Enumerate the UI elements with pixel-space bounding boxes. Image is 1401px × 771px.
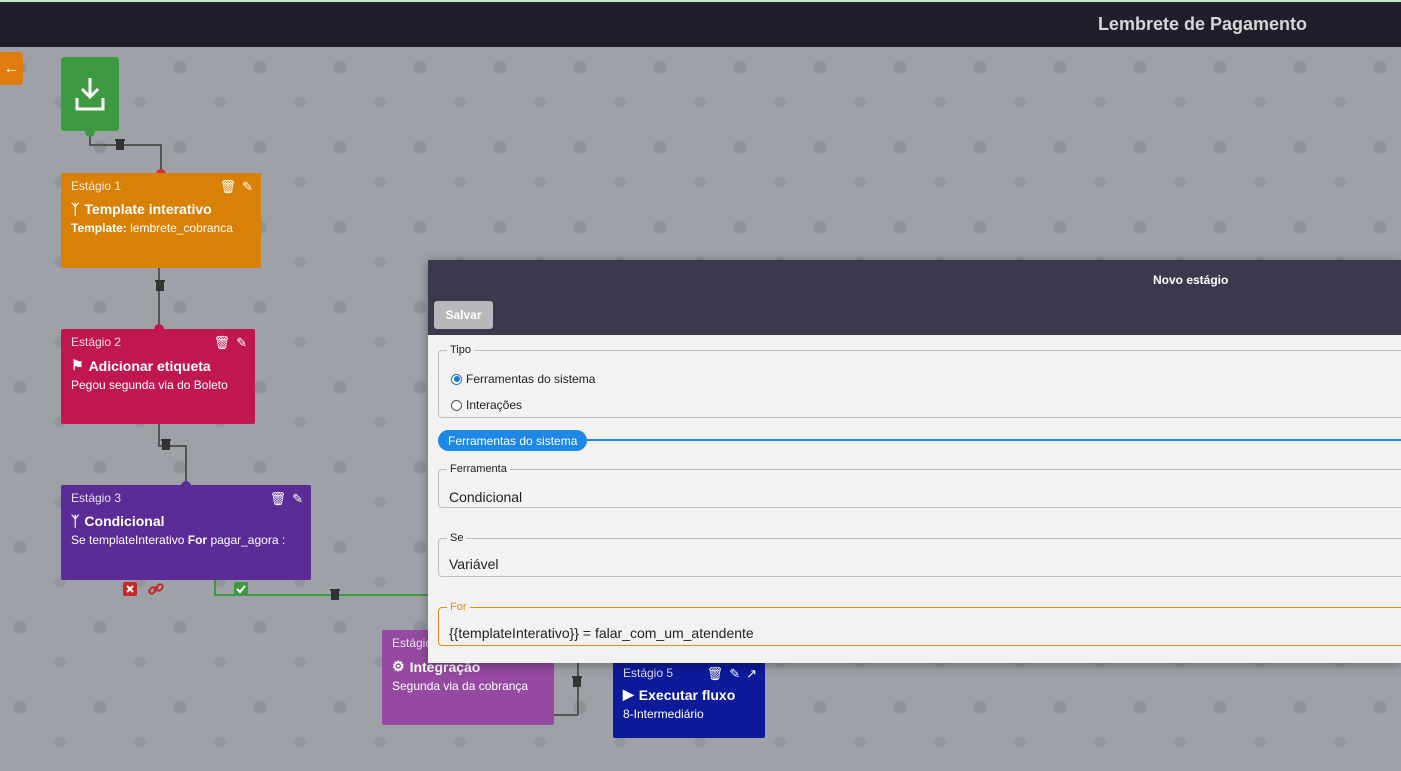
- stage-name: Condicional: [84, 513, 165, 529]
- for-value[interactable]: {{templateInterativo}} = falar_com_um_at…: [449, 625, 754, 641]
- ferramenta-legend: Ferramenta: [450, 463, 507, 475]
- for-field[interactable]: For {{templateInterativo}} = falar_com_u…: [438, 601, 1401, 646]
- page-title: Lembrete de Pagamento: [1097, 14, 1307, 34]
- section-chip: Ferramentas do sistema: [438, 430, 588, 451]
- section-divider: [578, 439, 1401, 441]
- stage-desc: Segunda via da cobrança: [392, 679, 529, 693]
- ferramenta-field[interactable]: Ferramenta Condicional: [438, 463, 1401, 508]
- stage-name: Executar fluxo: [638, 686, 736, 703]
- check-icon[interactable]: [234, 582, 248, 596]
- tipo-legend: Tipo: [450, 344, 471, 356]
- modal-header: Novo estágio Salvar: [428, 260, 1401, 335]
- connector: [185, 445, 187, 486]
- pencil-icon[interactable]: ✎: [236, 335, 247, 351]
- trash-icon[interactable]: [571, 675, 583, 687]
- top-bar: Lembrete de Pagamento: [0, 0, 1401, 47]
- connector: [158, 268, 160, 330]
- modal-title: Novo estágio: [1153, 273, 1229, 287]
- desc-label: Template:: [71, 221, 127, 235]
- close-icon[interactable]: [123, 582, 137, 596]
- se-field[interactable]: Se Variável: [438, 532, 1401, 577]
- back-arrow-button[interactable]: ←: [0, 52, 23, 85]
- trash-icon[interactable]: [160, 438, 172, 450]
- radio-label: Ferramentas do sistema: [466, 372, 596, 386]
- trash-icon[interactable]: 🗑: [270, 491, 287, 507]
- radio-interacoes[interactable]: Interações: [451, 398, 522, 412]
- trash-icon[interactable]: [114, 138, 126, 150]
- desc-suffix: pagar_agora :: [210, 533, 286, 547]
- desc-prefix: Se templateInterativo: [71, 533, 185, 547]
- stage-node-1[interactable]: Estágio 1 🗑 ✎ ᛉ Template interativo Templ…: [61, 173, 261, 268]
- pencil-icon[interactable]: ✎: [242, 179, 253, 195]
- stage-desc: Pegou segunda via do Boleto: [71, 378, 228, 392]
- radio-label: Interações: [466, 398, 523, 412]
- trash-icon[interactable]: 🗑: [220, 179, 237, 195]
- arrow-left-icon: ←: [3, 59, 20, 77]
- radio-button[interactable]: [451, 373, 462, 385]
- link-icon[interactable]: [148, 581, 164, 597]
- radio-ferramentas[interactable]: Ferramentas do sistema: [451, 372, 595, 386]
- desc-keyword: For: [187, 533, 208, 547]
- stage-desc: 8-Intermediário: [623, 707, 704, 721]
- trash-icon[interactable]: [329, 588, 341, 600]
- desc-value: lembrete_cobranca: [130, 221, 233, 235]
- stage-number: Estágio 3: [71, 491, 122, 505]
- external-link-icon[interactable]: ↗: [746, 666, 757, 682]
- pencil-icon[interactable]: ✎: [729, 666, 740, 682]
- stage-node-2[interactable]: Estágio 2 🗑 ✎ ⚑ Adicionar etiqueta Pegou …: [61, 329, 255, 424]
- start-node[interactable]: [61, 57, 119, 131]
- connector: [214, 580, 216, 595]
- stage-name: Template interativo: [84, 201, 212, 217]
- stage-node-3[interactable]: Estágio 3 🗑 ✎ ᛉ Condicional Se templateIn…: [61, 485, 311, 580]
- branch-icon: ᛉ: [71, 513, 80, 529]
- connector: [577, 663, 579, 715]
- trash-icon[interactable]: [154, 279, 166, 291]
- stage-name: Adicionar etiqueta: [88, 357, 211, 374]
- for-legend: For: [450, 601, 467, 613]
- play-icon: ▶: [623, 686, 634, 702]
- download-icon: [75, 78, 105, 111]
- new-stage-modal: Novo estágio Salvar Tipo Ferramentas do …: [428, 260, 1401, 663]
- connector: [554, 714, 578, 716]
- trash-icon[interactable]: 🗑: [214, 335, 231, 351]
- tipo-fieldset: Tipo Ferramentas do sistema Interações: [438, 344, 1401, 418]
- se-legend: Se: [450, 532, 464, 544]
- tag-icon: ⚑: [71, 357, 84, 373]
- trash-icon[interactable]: 🗑: [707, 666, 724, 682]
- save-button[interactable]: Salvar: [434, 301, 493, 329]
- gear-icon: ⚙: [392, 658, 405, 674]
- ferramenta-value: Condicional: [449, 489, 523, 505]
- se-value: Variável: [449, 556, 499, 572]
- radio-button[interactable]: [451, 399, 462, 411]
- stage-node-5[interactable]: Estágio 5 🗑 ✎ ↗ ▶ Executar fluxo 8-Interm…: [613, 660, 765, 738]
- pencil-icon[interactable]: ✎: [292, 491, 303, 507]
- branch-icon: ᛉ: [71, 201, 80, 217]
